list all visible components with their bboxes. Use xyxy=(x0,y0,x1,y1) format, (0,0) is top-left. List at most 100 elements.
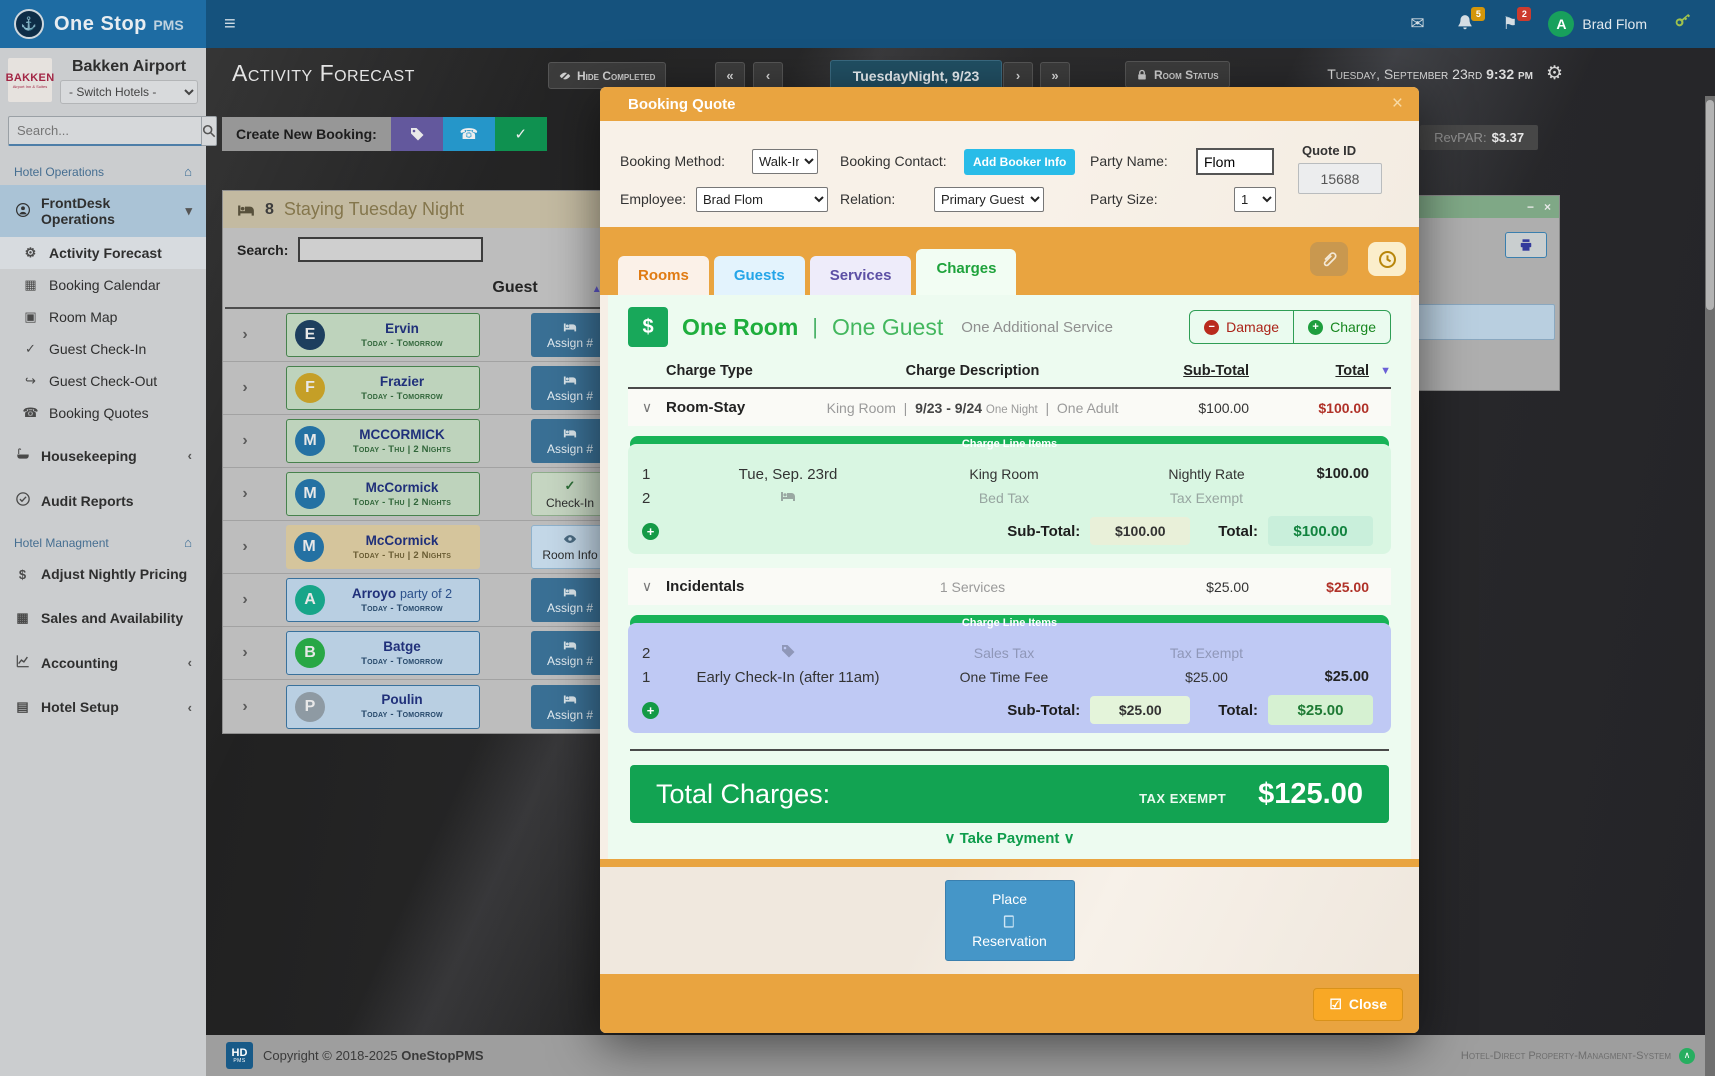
sidebar-item-accounting[interactable]: Accounting ‹ xyxy=(0,644,206,681)
create-booking-tag-button[interactable] xyxy=(391,117,443,151)
row-expand-chevron-icon[interactable]: › xyxy=(223,432,267,450)
guest-avatar: F xyxy=(295,373,325,403)
room-stay-row[interactable]: ∨ Room-Stay King Room | 9/23 - 9/24 One … xyxy=(628,389,1391,426)
sidebar-item-audit-reports[interactable]: Audit Reports xyxy=(0,482,206,519)
sidebar-item-housekeeping[interactable]: Housekeeping ‹ xyxy=(0,437,206,474)
create-booking-phone-button[interactable]: ☎ xyxy=(443,117,495,151)
sidebar-item-adjust-nightly-pricing[interactable]: $ Adjust Nightly Pricing xyxy=(0,556,206,592)
guest-card[interactable]: F Frazier Today - Tomorrow xyxy=(286,366,480,410)
row-expand-chevron-icon[interactable]: › xyxy=(223,485,267,503)
hide-completed-button[interactable]: Hide Completed xyxy=(548,62,666,89)
sidebar-item-guest-check-in[interactable]: ✓ Guest Check-In xyxy=(0,333,206,365)
charges-dollar-icon[interactable]: $ xyxy=(628,307,668,347)
add-line-item-button[interactable]: + xyxy=(642,702,659,719)
collapse-chevron-icon[interactable]: ∨ xyxy=(628,399,666,416)
eye-slash-icon xyxy=(559,70,571,82)
total-charges-label: Total Charges: xyxy=(656,779,830,810)
add-booker-info-button[interactable]: Add Booker Info xyxy=(964,149,1075,175)
assign-room-button[interactable]: Assign # xyxy=(531,366,609,410)
row-expand-chevron-icon[interactable]: › xyxy=(223,698,267,716)
sidebar-item-guest-check-out[interactable]: ↪ Guest Check-Out xyxy=(0,365,206,397)
tab-charges[interactable]: Charges xyxy=(916,249,1016,295)
sidebar-item-frontdesk-operations[interactable]: FrontDesk Operations ▾ xyxy=(0,185,206,237)
flag-icon[interactable]: ⚑ 2 xyxy=(1502,14,1522,34)
guest-avatar: M xyxy=(294,532,324,562)
next-period-button[interactable]: › xyxy=(1003,62,1033,89)
create-booking-checkin-button[interactable]: ✓ xyxy=(495,117,547,151)
phone-icon: ☎ xyxy=(22,405,39,421)
sidebar-item-booking-quotes[interactable]: ☎ Booking Quotes xyxy=(0,397,206,429)
section-hotel-managment: Hotel Managment⌂ xyxy=(0,527,206,556)
row-expand-chevron-icon[interactable]: › xyxy=(223,326,267,344)
party-size-select[interactable]: 1 xyxy=(1234,187,1276,212)
minimize-icon[interactable]: − xyxy=(1527,200,1534,214)
scrollbar-thumb[interactable] xyxy=(1706,100,1714,310)
col-total[interactable]: Total xyxy=(1249,363,1369,379)
col-subtotal[interactable]: Sub-Total xyxy=(1134,363,1249,379)
sidebar-item-activity-forecast[interactable]: ⚙ Activity Forecast xyxy=(0,237,206,269)
assign-room-button[interactable]: Assign # xyxy=(531,631,609,675)
modal-close-icon[interactable]: × xyxy=(1392,93,1403,115)
party-name-input[interactable] xyxy=(1196,148,1274,175)
guest-card[interactable]: A Arroyo party of 2 Today - Tomorrow xyxy=(286,578,480,622)
guest-card[interactable]: M McCormick Today - Thu | 2 Nights xyxy=(286,525,480,569)
user-menu[interactable]: A Brad Flom xyxy=(1548,11,1647,37)
relation-label: Relation: xyxy=(840,191,895,207)
history-clock-button[interactable] xyxy=(1368,242,1406,276)
assign-room-button[interactable]: Assign # xyxy=(531,578,609,622)
assign-room-button[interactable]: Assign # xyxy=(531,419,609,463)
modal-close-button[interactable]: ☑ Close xyxy=(1313,988,1403,1021)
scroll-top-button[interactable]: ∧ xyxy=(1679,1048,1695,1064)
tab-guests[interactable]: Guests xyxy=(714,256,805,295)
row-expand-chevron-icon[interactable]: › xyxy=(223,591,267,609)
guest-card[interactable]: P Poulin Today - Tomorrow xyxy=(286,685,480,729)
employee-select[interactable]: Brad Flom xyxy=(696,187,828,212)
key-icon[interactable] xyxy=(1673,14,1693,34)
booking-method-select[interactable]: Walk-In xyxy=(752,149,818,174)
guest-card[interactable]: B Batge Today - Tomorrow xyxy=(286,631,480,675)
collapse-chevron-icon[interactable]: ∨ xyxy=(628,578,666,595)
sidebar-search-button[interactable] xyxy=(202,116,217,146)
page-scrollbar[interactable] xyxy=(1705,96,1715,1076)
prev-period-button[interactable]: ‹ xyxy=(753,62,783,89)
room-status-button[interactable]: Room Status xyxy=(1125,61,1230,88)
relation-select[interactable]: Primary Guest xyxy=(934,187,1044,212)
assign-room-button[interactable]: Assign # xyxy=(531,313,609,357)
guest-card[interactable]: M MCCORMICK Today - Thu | 2 Nights xyxy=(286,419,480,463)
row-expand-chevron-icon[interactable]: › xyxy=(223,379,267,397)
sort-desc-icon[interactable]: ▼ xyxy=(1369,365,1391,377)
sidebar-item-room-map[interactable]: ▣ Room Map xyxy=(0,301,206,333)
tab-services[interactable]: Services xyxy=(810,256,912,295)
place-reservation-button[interactable]: Place Reservation xyxy=(945,880,1075,961)
sidebar-search-input[interactable] xyxy=(8,116,202,146)
row-expand-chevron-icon[interactable]: › xyxy=(223,644,267,662)
guest-avatar: P xyxy=(295,692,325,722)
collapse-all-button[interactable]: « xyxy=(715,62,745,89)
check-in-button[interactable]: ✓ Check-In xyxy=(531,472,609,516)
add-damage-button[interactable]: − Damage xyxy=(1190,311,1294,343)
settings-gear-icon[interactable]: ⚙ xyxy=(1546,62,1563,85)
attachment-button[interactable] xyxy=(1310,242,1348,276)
guest-avatar: E xyxy=(295,320,325,350)
notifications-bell-icon[interactable]: 5 xyxy=(1456,14,1476,34)
assign-room-button[interactable]: Assign # xyxy=(531,685,609,729)
sidebar-item-sales-and-availability[interactable]: ▦ Sales and Availability xyxy=(0,600,206,636)
switch-hotels-select[interactable]: - Switch Hotels - xyxy=(60,80,198,104)
sidebar-item-hotel-setup[interactable]: ▤ Hotel Setup ‹ xyxy=(0,689,206,725)
guest-card[interactable]: M McCormick Today - Thu | 2 Nights xyxy=(286,472,480,516)
add-charge-button[interactable]: + Charge xyxy=(1294,311,1390,343)
close-icon[interactable]: × xyxy=(1544,200,1551,214)
row-expand-chevron-icon[interactable]: › xyxy=(223,538,267,556)
hamburger-icon[interactable]: ≡ xyxy=(224,13,236,36)
room-info-button[interactable]: Room Info xyxy=(531,525,609,569)
take-payment-button[interactable]: ∨ Take Payment ∨ xyxy=(628,823,1391,849)
add-line-item-button[interactable]: + xyxy=(642,523,659,540)
print-button[interactable] xyxy=(1505,232,1547,258)
tab-rooms[interactable]: Rooms xyxy=(618,256,709,295)
incidentals-row[interactable]: ∨ Incidentals 1 Services $25.00 $25.00 xyxy=(628,568,1391,605)
sidebar-item-booking-calendar[interactable]: ▦ Booking Calendar xyxy=(0,269,206,301)
guest-card[interactable]: E Ervin Today - Tomorrow xyxy=(286,313,480,357)
guest-search-input[interactable] xyxy=(298,237,483,262)
mail-icon[interactable]: ✉ xyxy=(1410,14,1430,34)
expand-all-button[interactable]: » xyxy=(1040,62,1070,89)
